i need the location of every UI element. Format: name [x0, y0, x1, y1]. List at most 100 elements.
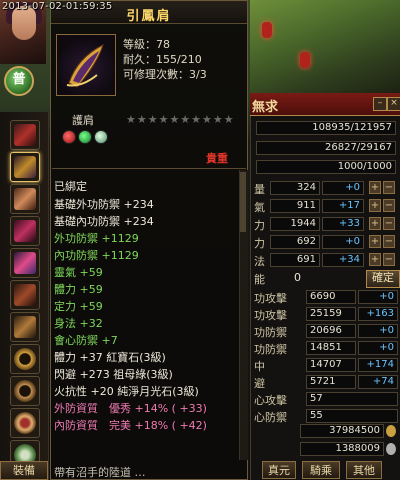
- combat-row: 中 14707 +174: [250, 357, 400, 374]
- equip-slot-belt[interactable]: [10, 248, 40, 278]
- combat-label: 功攻擊: [254, 309, 287, 322]
- equip-slot-necklace[interactable]: [10, 408, 40, 438]
- attr-bonus: +34: [322, 253, 364, 267]
- energy-value: 1000/1000: [256, 160, 396, 174]
- attr-bonus: +33: [322, 217, 364, 231]
- equip-slot-ring2[interactable]: [10, 376, 40, 406]
- bound-status: 已綁定: [54, 180, 87, 193]
- enhance-stars: ★★★★★★★★★★: [126, 113, 235, 126]
- increase-button[interactable]: +: [369, 199, 381, 212]
- combat-row: 功攻擊 25159 +163: [250, 306, 400, 323]
- attr-value: 692: [270, 235, 320, 249]
- attr-value: 911: [270, 199, 320, 213]
- equipment-tab[interactable]: 裝備: [0, 461, 48, 480]
- tooltip-line: 會心防禦 +7: [54, 334, 118, 347]
- timestamp: 2013-07-02-01:59:35: [2, 1, 113, 12]
- equip-slot-shoulder[interactable]: [10, 152, 40, 182]
- equip-slot-boots[interactable]: [10, 312, 40, 342]
- combat-bonus: +174: [358, 358, 398, 372]
- boots-icon: [14, 316, 36, 338]
- tooltip-line: 外防資質 優秀 +14% ( +33): [54, 402, 207, 415]
- equip-slot-gloves[interactable]: [10, 216, 40, 246]
- necklace-icon: [14, 412, 36, 434]
- menu-round-button[interactable]: 普: [4, 66, 34, 96]
- combat-value: 5721: [306, 375, 356, 389]
- tooltip-line: 內功防禦 +1129: [54, 249, 139, 262]
- equip-slot-armor[interactable]: [10, 184, 40, 214]
- tooltip-line: 基礎內功防禦 +234: [54, 215, 154, 228]
- potential-label: 能: [254, 273, 265, 286]
- attr-bonus: +0: [322, 235, 364, 249]
- attr-bonus: +0: [322, 181, 364, 195]
- combat-value: 20696: [306, 324, 356, 338]
- increase-button[interactable]: +: [369, 217, 381, 230]
- shoulder-armor-graphic: [66, 44, 104, 88]
- attr-bonus: +17: [322, 199, 364, 213]
- minimize-icon[interactable]: –: [373, 97, 387, 111]
- gloves-icon: [14, 220, 36, 242]
- emerald-gem-icon: [78, 130, 92, 144]
- increase-button[interactable]: +: [369, 181, 381, 194]
- increase-button[interactable]: +: [369, 253, 381, 266]
- decrease-button[interactable]: −: [383, 235, 395, 248]
- attr-label: 氣: [254, 201, 265, 214]
- ruby-gem-icon: [62, 130, 76, 144]
- combat-value: 14707: [306, 358, 356, 372]
- money-value: 37984500: [300, 424, 384, 438]
- close-icon[interactable]: ×: [387, 97, 400, 111]
- armor-icon: [14, 188, 36, 210]
- combat-bonus: +163: [358, 307, 398, 321]
- combat-label: 功攻擊: [254, 292, 287, 305]
- tab-other[interactable]: 其他: [346, 461, 382, 479]
- mp-value: 26827/29167: [256, 141, 396, 155]
- attr-label: 法: [254, 255, 265, 268]
- attr-value: 1944: [270, 217, 320, 231]
- combat-label: 功防禦: [254, 326, 287, 339]
- attr-value: 324: [270, 181, 320, 195]
- combat-bonus: +0: [358, 290, 398, 304]
- shoulder-armor-icon: [56, 34, 116, 96]
- attr-value: 691: [270, 253, 320, 267]
- tooltip-description: 帶有沼手的陸道 …: [54, 466, 146, 479]
- confirm-button[interactable]: 確定: [366, 270, 400, 288]
- tooltip-line: 身法 +32: [54, 317, 103, 330]
- decrease-button[interactable]: −: [383, 253, 395, 266]
- combat-bonus: +74: [358, 375, 398, 389]
- attr-row: 氣 911 +17 + −: [250, 198, 400, 215]
- equip-slot-weapon[interactable]: [10, 120, 40, 150]
- decrease-button[interactable]: −: [383, 199, 395, 212]
- coin-icon: [386, 443, 396, 455]
- combat-value: 25159: [306, 307, 356, 321]
- combat-value: 6690: [306, 290, 356, 304]
- tab-zhenyuan[interactable]: 真元: [262, 461, 296, 479]
- item-durability: 耐久：155/210: [123, 53, 202, 66]
- ring-icon: [14, 380, 36, 402]
- combat-row: 避 5721 +74: [250, 374, 400, 391]
- decrease-button[interactable]: −: [383, 181, 395, 194]
- potential-value: 0: [294, 271, 301, 284]
- belt-icon: [14, 252, 36, 274]
- equip-slot-pants[interactable]: [10, 280, 40, 310]
- bound-money-value: 1388009: [300, 442, 384, 456]
- decrease-button[interactable]: −: [383, 217, 395, 230]
- shoulder-armor-icon: [14, 156, 36, 178]
- increase-button[interactable]: +: [369, 235, 381, 248]
- grass-scenery: [250, 0, 400, 95]
- weapon-icon: [14, 124, 36, 146]
- tooltip-line: 體力 +37 紅寶石(3級): [54, 351, 166, 364]
- divider: [52, 168, 246, 169]
- ring-icon: [14, 348, 36, 370]
- item-level: 等級：78: [123, 38, 170, 51]
- equip-slot-ring[interactable]: [10, 344, 40, 374]
- combat-row: 功防禦 20696 +0: [250, 323, 400, 340]
- attr-row: 量 324 +0 + −: [250, 180, 400, 197]
- tab-mount[interactable]: 騎乘: [302, 461, 340, 479]
- combat-label: 避: [254, 377, 265, 390]
- scrollbar-thumb[interactable]: [240, 172, 246, 232]
- combat-value: 14851: [306, 341, 356, 355]
- attr-label: 力: [254, 219, 265, 232]
- attr-row: 力 1944 +33 + −: [250, 216, 400, 233]
- attr-label: 力: [254, 237, 265, 250]
- tooltip-line: 外功防禦 +1129: [54, 232, 139, 245]
- combat-value: 55: [306, 409, 398, 423]
